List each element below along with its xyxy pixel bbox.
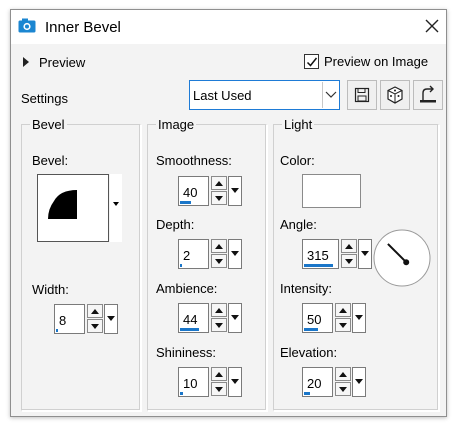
bevel-shape-dropdown[interactable] <box>110 174 122 242</box>
smoothness-level-bar <box>180 201 191 204</box>
angle-level-bar <box>304 264 333 267</box>
shininess-spinner[interactable]: 10 <box>178 367 242 397</box>
preview-on-image-label: Preview on Image <box>324 54 429 69</box>
width-spinner[interactable]: 8 <box>54 304 118 334</box>
shininess-level-bar <box>180 392 183 395</box>
intensity-increment-button[interactable] <box>335 303 351 317</box>
smoothness-slider-menu-button[interactable] <box>228 176 242 206</box>
ambience-spinner[interactable]: 44 <box>178 303 242 333</box>
shininess-increment-button[interactable] <box>211 367 227 381</box>
angle-spinner[interactable]: 315 <box>302 239 372 269</box>
angle-dial[interactable] <box>373 229 431 287</box>
ambience-value: 44 <box>183 312 198 327</box>
save-icon <box>348 87 376 112</box>
depth-slider-menu-button[interactable] <box>228 239 242 269</box>
elevation-decrement-button[interactable] <box>335 382 351 396</box>
reset-icon <box>414 85 442 112</box>
intensity-decrement-button[interactable] <box>335 318 351 332</box>
angle-decrement-button[interactable] <box>341 254 357 268</box>
intensity-spinner[interactable]: 50 <box>302 303 366 333</box>
elevation-spinner[interactable]: 20 <box>302 367 366 397</box>
elevation-input[interactable]: 20 <box>302 367 333 397</box>
dropdown-arrow-icon <box>113 202 119 206</box>
depth-decrement-button[interactable] <box>211 254 227 268</box>
ambience-input[interactable]: 44 <box>178 303 209 333</box>
bevel-shape-preview[interactable] <box>37 174 109 242</box>
bevel-label: Bevel: <box>32 153 69 168</box>
depth-spinner[interactable]: 2 <box>178 239 242 269</box>
elevation-label: Elevation: <box>280 345 338 360</box>
intensity-value: 50 <box>307 312 322 327</box>
settings-preset-dropdown[interactable]: Last Used <box>189 80 340 110</box>
smoothness-spinner[interactable]: 40 <box>178 176 242 206</box>
photo-icon <box>18 18 36 33</box>
inner-bevel-dialog: Inner Bevel Preview Preview on Image Set… <box>10 9 447 417</box>
width-label: Width: <box>32 282 69 297</box>
elevation-increment-button[interactable] <box>335 367 351 381</box>
ambience-increment-button[interactable] <box>211 303 227 317</box>
intensity-label: Intensity: <box>280 281 333 296</box>
angle-increment-button[interactable] <box>341 239 357 253</box>
depth-label: Depth: <box>156 217 195 232</box>
settings-label: Settings <box>21 91 68 106</box>
window-title: Inner Bevel <box>45 19 121 36</box>
preview-on-image-option[interactable]: Preview on Image <box>304 53 444 73</box>
settings-preset-value: Last Used <box>193 88 252 103</box>
depth-input[interactable]: 2 <box>178 239 209 269</box>
width-value: 8 <box>59 313 67 328</box>
elevation-level-bar <box>304 392 310 395</box>
width-slider-menu-button[interactable] <box>104 304 118 334</box>
title-bar: Inner Bevel <box>11 10 446 44</box>
intensity-slider-menu-button[interactable] <box>352 303 366 333</box>
close-icon[interactable] <box>423 17 441 35</box>
ambience-slider-menu-button[interactable] <box>228 303 242 333</box>
save-preset-button[interactable] <box>347 80 377 110</box>
color-label: Color: <box>280 153 315 168</box>
randomize-dice-icon <box>381 86 409 112</box>
intensity-level-bar <box>304 328 318 331</box>
shininess-slider-menu-button[interactable] <box>228 367 242 397</box>
smoothness-input[interactable]: 40 <box>178 176 209 206</box>
randomize-button[interactable] <box>380 80 410 110</box>
chevron-down-icon[interactable] <box>322 82 338 108</box>
shininess-decrement-button[interactable] <box>211 382 227 396</box>
angle-slider-menu-button[interactable] <box>358 239 372 269</box>
angle-input[interactable]: 315 <box>302 239 339 269</box>
light-group-title: Light <box>282 117 315 132</box>
depth-value: 2 <box>183 248 191 263</box>
smoothness-label: Smoothness: <box>156 153 232 168</box>
shininess-label: Shininess: <box>156 345 216 360</box>
shininess-input[interactable]: 10 <box>178 367 209 397</box>
ambience-label: Ambience: <box>156 281 218 296</box>
depth-increment-button[interactable] <box>211 239 227 253</box>
expand-triangle-icon <box>23 57 29 67</box>
depth-level-bar <box>180 264 182 267</box>
angle-value: 315 <box>307 248 329 263</box>
light-color-swatch[interactable] <box>302 174 361 208</box>
smoothness-increment-button[interactable] <box>211 176 227 190</box>
angle-label: Angle: <box>280 217 317 232</box>
smoothness-value: 40 <box>183 185 198 200</box>
ambience-level-bar <box>180 328 199 331</box>
shininess-value: 10 <box>183 376 198 391</box>
width-increment-button[interactable] <box>87 304 103 318</box>
image-group-title: Image <box>156 117 197 132</box>
width-level-bar <box>56 329 58 332</box>
intensity-input[interactable]: 50 <box>302 303 333 333</box>
preview-expander[interactable]: Preview <box>21 54 101 72</box>
reset-button[interactable] <box>413 80 443 110</box>
ambience-decrement-button[interactable] <box>211 318 227 332</box>
bevel-shape-icon <box>48 190 77 219</box>
width-decrement-button[interactable] <box>87 319 103 333</box>
elevation-slider-menu-button[interactable] <box>352 367 366 397</box>
bevel-group-title: Bevel <box>30 117 67 132</box>
elevation-value: 20 <box>307 376 322 391</box>
preview-on-image-checkbox[interactable] <box>304 54 319 69</box>
width-input[interactable]: 8 <box>54 304 85 334</box>
preview-label: Preview <box>39 55 86 70</box>
smoothness-decrement-button[interactable] <box>211 191 227 205</box>
